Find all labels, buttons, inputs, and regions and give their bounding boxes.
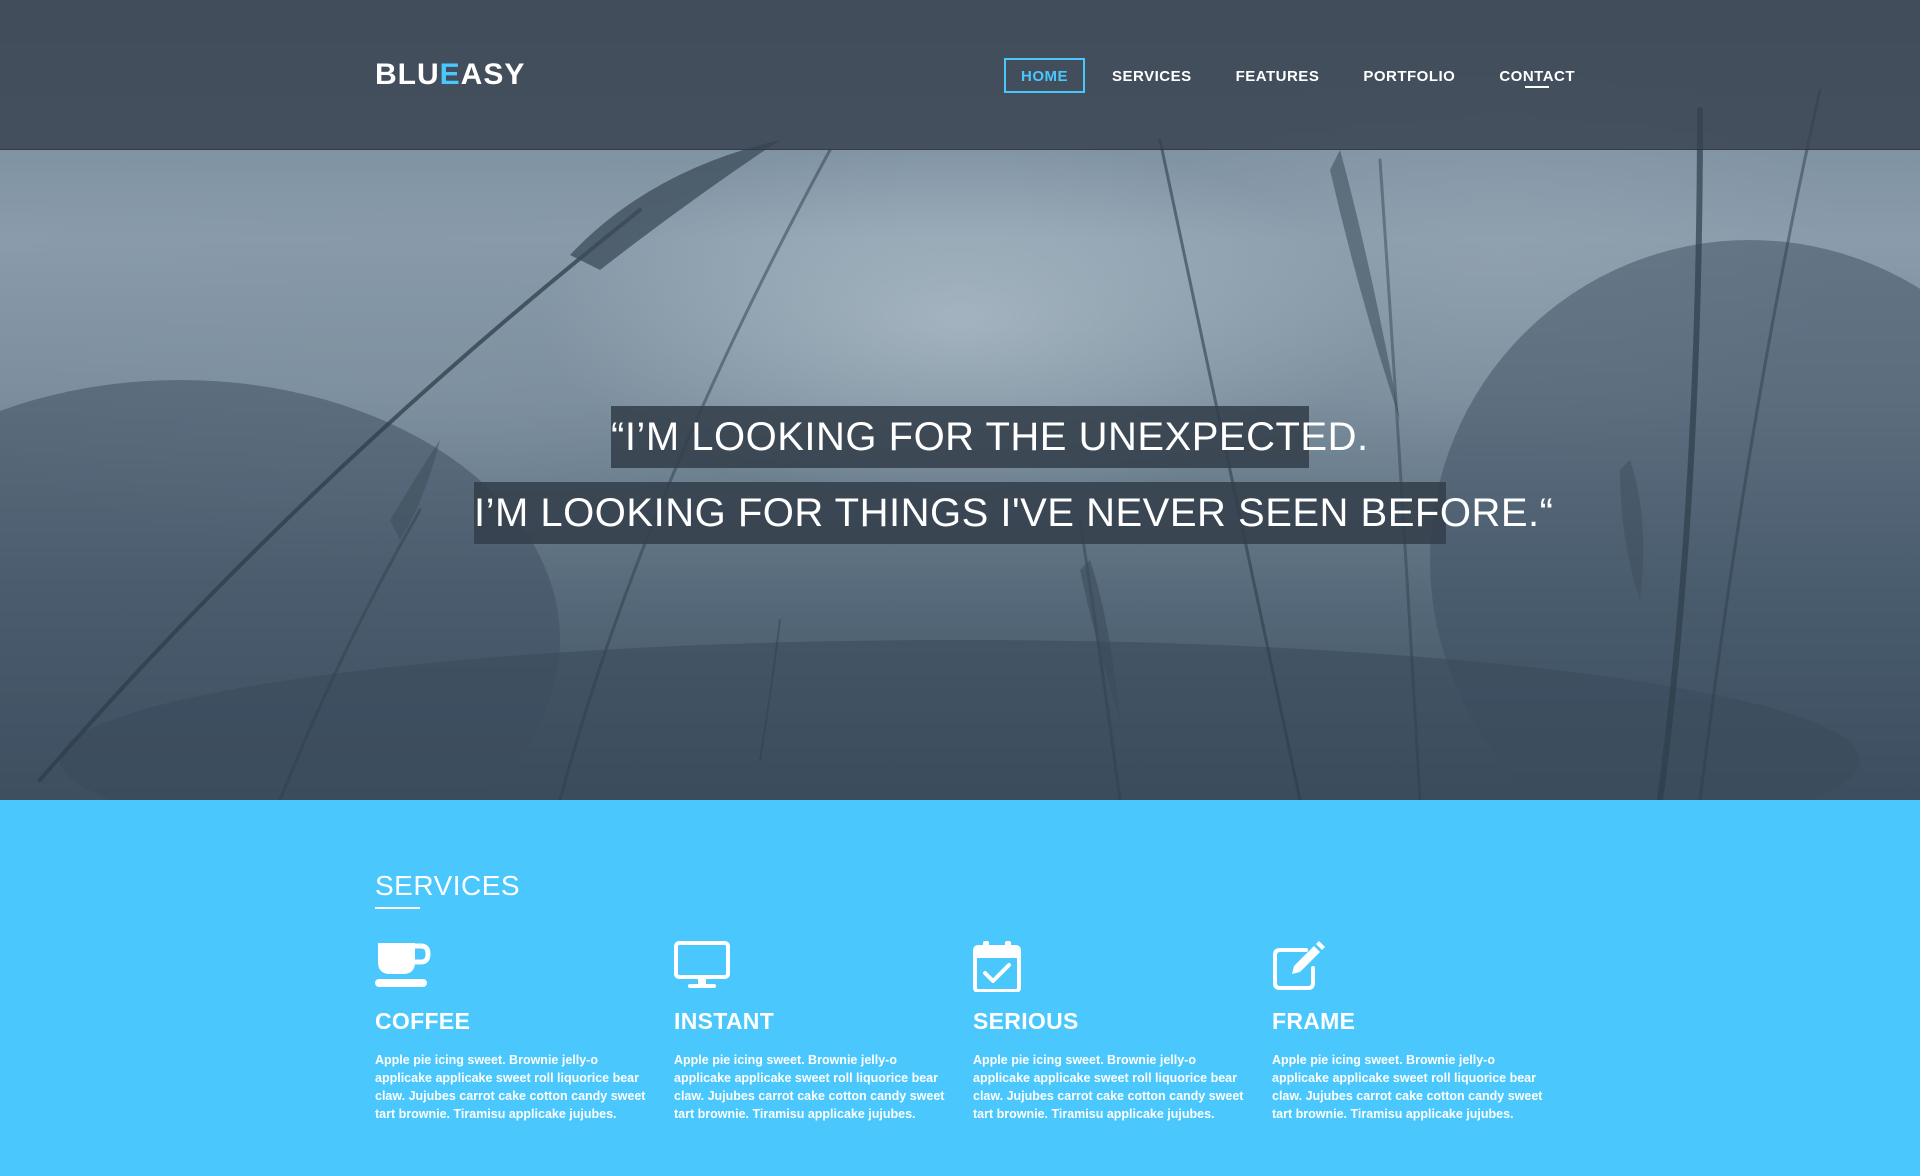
service-description: Apple pie icing sweet. Brownie jelly-o a… [1272, 1053, 1543, 1121]
service-description: Apple pie icing sweet. Brownie jelly-o a… [674, 1053, 945, 1121]
services-heading: SERVICES [375, 870, 521, 901]
services-section: SERVICES COFFEE Apple pie icing sweet. B… [0, 800, 1920, 1176]
coffee-cup-icon [375, 943, 431, 987]
calendar-check-icon [973, 941, 1021, 992]
nav-item-services[interactable]: SERVICES [1095, 58, 1209, 93]
nav-item-portfolio[interactable]: PORTFOLIO [1346, 58, 1472, 93]
heading-underline [375, 907, 420, 909]
nav-item-contact[interactable]: CONTACT [1482, 58, 1592, 93]
service-description: Apple pie icing sweet. Brownie jelly-o a… [973, 1053, 1244, 1121]
hero-quote-line-1: “I’M LOOKING FOR THE UNEXPECTED. [611, 406, 1368, 468]
monitor-icon [674, 941, 730, 988]
service-card-instant: INSTANT Apple pie icing sweet. Brownie j… [674, 940, 949, 1123]
service-description: Apple pie icing sweet. Brownie jelly-o a… [375, 1053, 646, 1121]
service-title: INSTANT [674, 1008, 775, 1034]
service-title: COFFEE [375, 1008, 471, 1034]
nav-item-home[interactable]: HOME [1004, 58, 1085, 93]
service-card-coffee: COFFEE Apple pie icing sweet. Brownie je… [375, 940, 650, 1123]
service-title: FRAME [1272, 1008, 1356, 1034]
site-logo[interactable]: BLUEASY [375, 58, 525, 92]
hero-quote-line-2: I’M LOOKING FOR THINGS I'VE NEVER SEEN B… [474, 482, 1553, 544]
service-card-serious: SERIOUS Apple pie icing sweet. Brownie j… [973, 940, 1248, 1123]
site-header: BLUEASY HOME SERVICES FEATURES PORTFOLIO… [0, 0, 1920, 150]
service-title: SERIOUS [973, 1008, 1079, 1034]
nav-item-features[interactable]: FEATURES [1219, 58, 1337, 93]
edit-icon [1273, 941, 1325, 990]
service-card-frame: FRAME Apple pie icing sweet. Brownie jel… [1272, 940, 1547, 1123]
main-nav: HOME SERVICES FEATURES PORTFOLIO CONTACT [1004, 58, 1602, 93]
